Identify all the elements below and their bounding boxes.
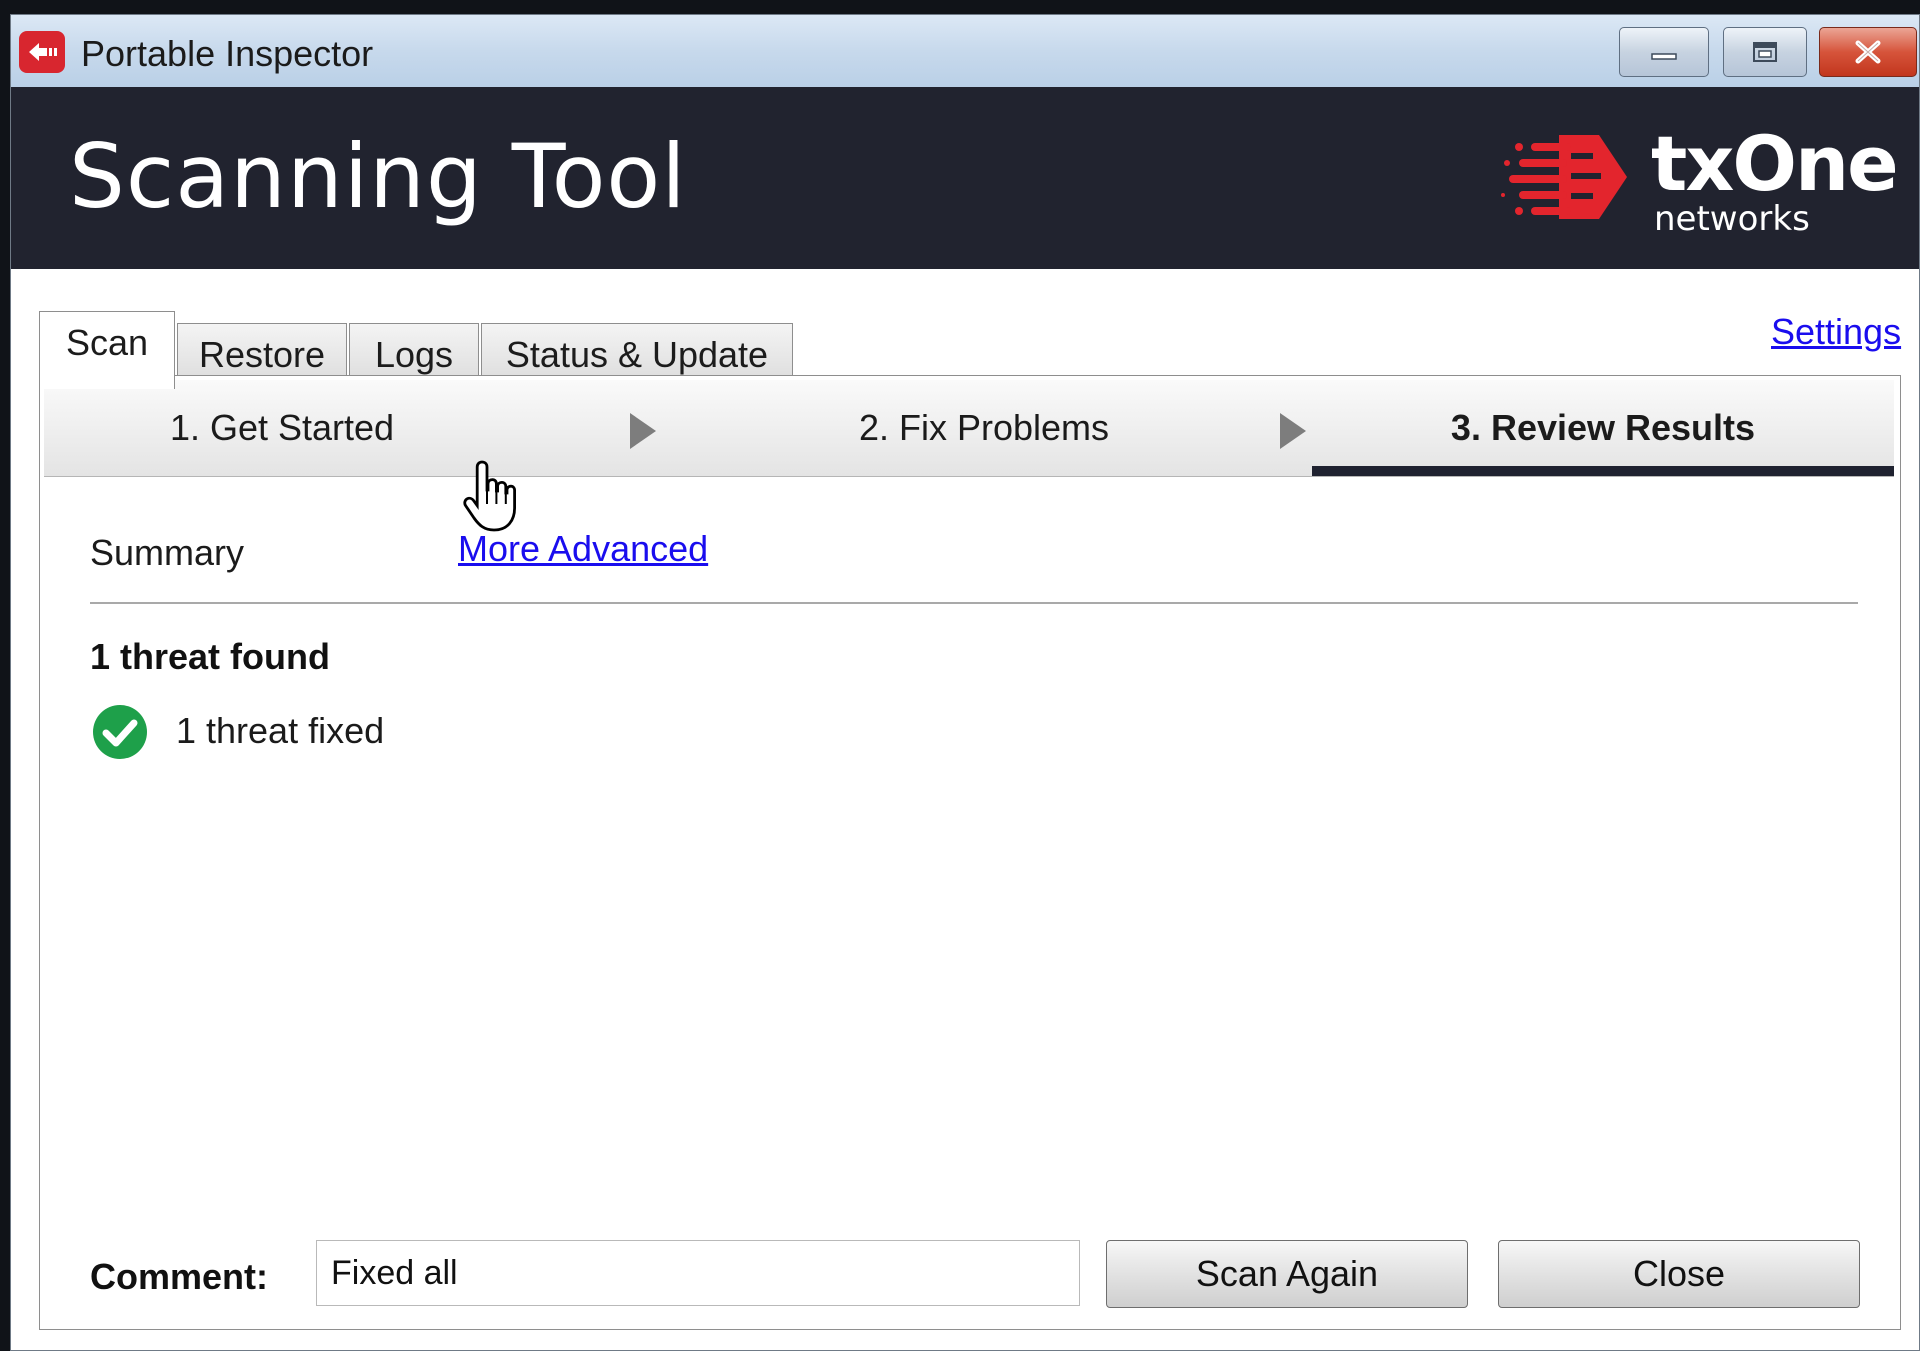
step-bar: 1. Get Started 2. Fix Problems 3. Review… — [44, 380, 1894, 477]
settings-link[interactable]: Settings — [1771, 311, 1901, 353]
comment-label: Comment: — [90, 1256, 268, 1297]
close-window-button[interactable] — [1819, 27, 1917, 77]
more-advanced-link[interactable]: More Advanced — [458, 528, 708, 570]
close-icon — [1855, 40, 1881, 64]
app-window: Portable Inspector Scanning Tool txOne n… — [10, 14, 1920, 1351]
step-get-started[interactable]: 1. Get Started — [44, 380, 520, 476]
comment-input[interactable] — [316, 1240, 1080, 1306]
window-title: Portable Inspector — [81, 33, 374, 74]
minimize-icon — [1651, 53, 1677, 60]
step-arrow-icon — [630, 413, 656, 449]
step-fix-problems[interactable]: 2. Fix Problems — [684, 380, 1284, 476]
summary-label: Summary — [90, 532, 245, 573]
title-bar[interactable]: Portable Inspector — [11, 15, 1919, 88]
app-icon — [19, 31, 65, 73]
hand-cursor-icon — [463, 460, 516, 532]
current-step-indicator — [1312, 466, 1894, 476]
step-review-results[interactable]: 3. Review Results — [1312, 380, 1894, 476]
scan-panel: 1. Get Started 2. Fix Problems 3. Review… — [39, 375, 1901, 1330]
tab-scan[interactable]: Scan — [39, 311, 175, 389]
page-title: Scanning Tool — [69, 125, 687, 228]
maximize-icon — [1753, 42, 1777, 62]
txone-logo-icon — [1501, 135, 1627, 219]
minimize-button[interactable] — [1619, 27, 1709, 77]
scan-again-button[interactable]: Scan Again — [1106, 1240, 1468, 1308]
check-circle-icon — [93, 705, 147, 759]
step-arrow-icon — [1280, 413, 1306, 449]
brand-subtitle: networks — [1654, 199, 1810, 239]
app-header: Scanning Tool txOne networks — [11, 87, 1919, 269]
divider — [90, 602, 1858, 604]
threat-count-heading: 1 threat found — [90, 636, 330, 677]
maximize-button[interactable] — [1723, 27, 1807, 77]
close-button[interactable]: Close — [1498, 1240, 1860, 1308]
threat-fixed-status: 1 threat fixed — [176, 710, 385, 751]
brand-name: txOne — [1651, 119, 1899, 208]
